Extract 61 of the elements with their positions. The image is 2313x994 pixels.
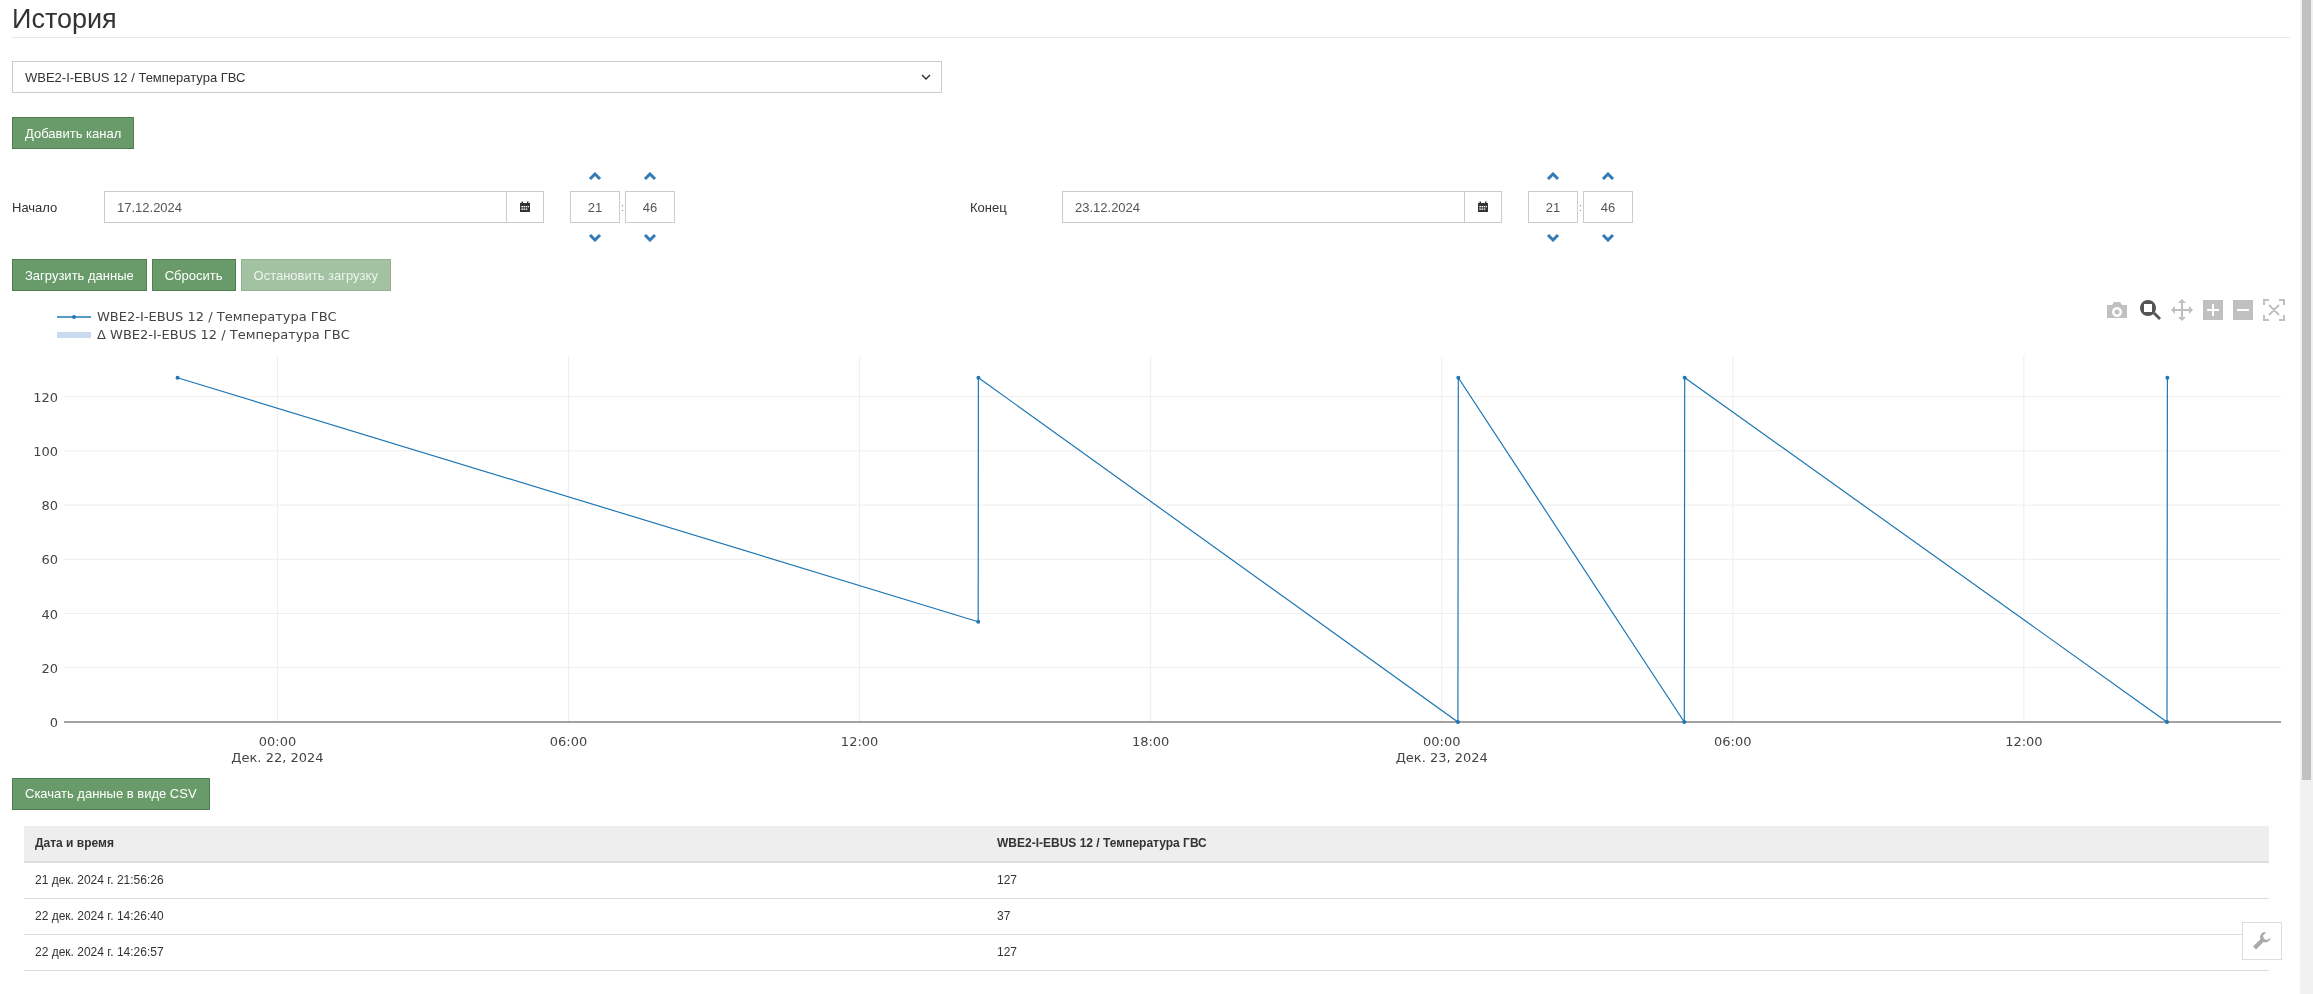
legend-label[interactable]: Δ WBE2-I-EBUS 12 / Температура ГВС [97, 327, 350, 342]
x-tick-label: 12:00 [2005, 734, 2043, 749]
chevron-down-icon[interactable] [1546, 233, 1560, 242]
calendar-button[interactable] [506, 191, 544, 223]
chevron-up-icon[interactable] [1546, 172, 1560, 181]
time-separator: : [1578, 201, 1583, 213]
data-point [976, 375, 981, 380]
column-header: WBE2-I-EBUS 12 / Температура ГВС [986, 825, 2269, 862]
calendar-icon [519, 201, 531, 213]
calendar-icon [1477, 201, 1489, 213]
wrench-icon [2252, 931, 2272, 951]
y-tick-label: 0 [49, 715, 58, 730]
page-title: История [12, 3, 117, 36]
table-cell: 22 дек. 2024 г. 14:26:57 [24, 934, 986, 970]
data-point [175, 375, 180, 380]
legend-line-icon[interactable] [57, 313, 91, 320]
channel-select[interactable]: WBE2-I-EBUS 12 / Температура ГВС [12, 61, 942, 93]
y-tick-label: 100 [33, 443, 58, 459]
x-tick-label: 00:00 Дек. 22, 2024 [231, 734, 324, 765]
date-input[interactable]: 17.12.2024 [104, 191, 506, 223]
y-tick-label: 60 [41, 552, 58, 568]
data-point [1455, 720, 1460, 724]
minute-input[interactable]: 46 [1583, 191, 1633, 223]
data-point [1682, 375, 1687, 380]
data-point [2165, 375, 2170, 380]
zoom-icon[interactable] [2139, 299, 2161, 321]
range-label: Начало [12, 199, 59, 215]
hour-input[interactable]: 21 [1528, 191, 1578, 223]
data-point [1456, 375, 1461, 380]
x-tick-label: 00:00 Дек. 23, 2024 [1395, 734, 1488, 765]
scrollbar[interactable] [2300, 0, 2313, 994]
x-tick-label: 06:00 [549, 734, 588, 749]
chevron-up-icon[interactable] [588, 172, 602, 181]
hour-input[interactable]: 21 [570, 191, 620, 223]
x-tick-label: 18:00 [1131, 734, 1170, 749]
table-cell: 127 [986, 861, 2269, 898]
y-tick-label: 40 [41, 606, 58, 622]
caret-icon [921, 73, 931, 81]
chevron-down-icon[interactable] [643, 233, 657, 242]
y-tick-label: 20 [41, 660, 58, 676]
column-header: Дата и время [24, 825, 986, 862]
data-point [1682, 720, 1687, 724]
chevron-up-icon[interactable] [643, 172, 657, 181]
chevron-down-icon[interactable] [588, 233, 602, 242]
chevron-down-icon[interactable] [1601, 233, 1615, 242]
table-cell: 21 дек. 2024 г. 21:56:26 [24, 861, 986, 898]
data-point [2165, 720, 2169, 724]
settings-button[interactable] [2242, 922, 2282, 960]
data-point [976, 619, 981, 624]
legend-label[interactable]: WBE2-I-EBUS 12 / Температура ГВС [97, 309, 337, 324]
calendar-button[interactable] [1464, 191, 1502, 223]
chevron-up-icon[interactable] [1601, 172, 1615, 181]
date-input[interactable]: 23.12.2024 [1062, 191, 1464, 223]
x-tick-label: 12:00 [840, 734, 879, 749]
table-cell: 22 дек. 2024 г. 14:26:40 [24, 898, 986, 934]
y-tick-label: 80 [41, 498, 58, 514]
x-tick-label: 06:00 [1714, 734, 1752, 749]
minute-input[interactable]: 46 [625, 191, 675, 223]
time-separator: : [620, 201, 625, 213]
y-tick-label: 120 [33, 389, 58, 405]
range-label: Конец [970, 199, 1008, 215]
